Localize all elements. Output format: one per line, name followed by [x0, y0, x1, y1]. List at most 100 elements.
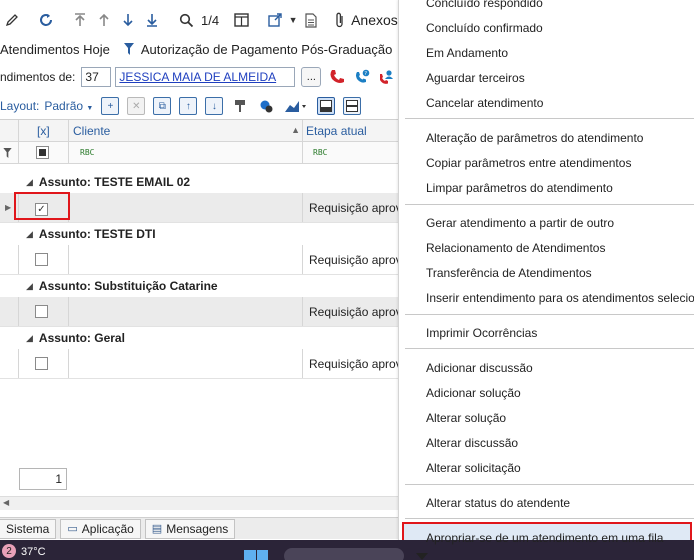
horizontal-scrollbar[interactable]: ◀ — [0, 496, 398, 510]
text-filter-icon[interactable]: RBC — [313, 142, 327, 163]
menu-item-em-andamento[interactable]: Em Andamento — [426, 43, 508, 63]
tab-atendimentos-hoje[interactable]: Atendimentos Hoje — [0, 42, 110, 57]
context-menu: Concluído respondido Concluído confirmad… — [398, 0, 694, 560]
move-down-icon[interactable]: ↓ — [205, 97, 224, 115]
select-all-checkbox[interactable] — [36, 142, 49, 163]
menu-item-apropriar-atendimento[interactable]: Apropriar-se de um atendimento em uma fi… — [426, 528, 663, 548]
menu-separator — [405, 314, 694, 315]
row-pointer-icon: ▶ — [5, 203, 12, 212]
group-header[interactable]: ◢ Assunto: TESTE DTI — [0, 223, 398, 245]
layout-select[interactable]: Padrão ▼ — [44, 99, 93, 113]
edit-icon[interactable] — [0, 8, 24, 32]
phone-icon[interactable] — [328, 68, 346, 86]
menu-item-copiar-parametros[interactable]: Copiar parâmetros entre atendimentos — [426, 153, 631, 173]
row-checkbox[interactable] — [35, 305, 48, 321]
etapa-column-header[interactable]: Etapa atual — [306, 120, 367, 141]
menu-item-inserir-entendimento[interactable]: Inserir entendimento para os atendimento… — [426, 288, 694, 308]
anexos-button[interactable]: Anexos — [351, 12, 398, 28]
grid-view-icon[interactable] — [317, 97, 336, 115]
page-number-box[interactable]: 1 — [19, 468, 67, 490]
selected-checkbox-highlight — [14, 192, 70, 220]
previous-record-icon[interactable] — [92, 8, 116, 32]
application-pane: 1/4 ▼ Anexos ▼ Atendimentos Hoje — [0, 0, 415, 560]
group-label: Assunto: TESTE DTI — [38, 227, 156, 241]
cliente-column-header[interactable]: Cliente — [73, 120, 110, 141]
paperclip-icon[interactable] — [333, 8, 347, 32]
menu-scroll-down-icon[interactable] — [416, 553, 428, 560]
menu-item-alterar-solucao[interactable]: Alterar solução — [426, 408, 506, 428]
atendente-name-link[interactable]: JESSICA MAIA DE ALMEIDA — [115, 67, 296, 87]
document-icon[interactable] — [299, 8, 323, 32]
menu-item-cancelar-atendimento[interactable]: Cancelar atendimento — [426, 93, 543, 113]
table-row[interactable]: Requisição aprova — [0, 297, 408, 327]
group-header[interactable]: ◢ Assunto: Substituição Catarine — [0, 275, 398, 297]
select-column-header[interactable]: [x] — [37, 120, 50, 141]
add-row-icon[interactable]: + — [101, 97, 120, 115]
windows-start-icon[interactable] — [244, 550, 268, 560]
collapse-triangle-icon: ◢ — [26, 176, 33, 187]
phone-user-icon[interactable] — [378, 68, 396, 86]
table-row[interactable]: Requisição aprova — [0, 245, 408, 275]
menu-item-adicionar-solucao[interactable]: Adicionar solução — [426, 383, 521, 403]
refresh-icon[interactable] — [34, 8, 58, 32]
group-header[interactable]: ◢ Assunto: Geral — [0, 327, 398, 349]
menu-item-alteracao-parametros[interactable]: Alteração de parâmetros do atendimento — [426, 128, 643, 148]
atendente-code-input[interactable]: 37 — [81, 67, 112, 87]
menu-item-alterar-discussao[interactable]: Alterar discussão — [426, 433, 518, 453]
first-record-icon[interactable] — [68, 8, 92, 32]
row-checkbox[interactable] — [35, 357, 48, 373]
menu-item-adicionar-discussao[interactable]: Adicionar discussão — [426, 358, 533, 378]
menu-item-alterar-status-atendente[interactable]: Alterar status do atendente — [426, 493, 570, 513]
scroll-left-icon[interactable]: ◀ — [3, 498, 9, 507]
tab-autorizacao-label: Autorização de Pagamento Pós-Graduação — [140, 41, 393, 57]
phone-question-icon[interactable]: ? — [353, 68, 371, 86]
form-view-icon[interactable] — [229, 8, 253, 32]
etapa-cell: Requisição aprova — [309, 201, 409, 215]
delete-row-icon[interactable]: ✕ — [127, 97, 146, 115]
screen: 1/4 ▼ Anexos ▼ Atendimentos Hoje — [0, 0, 694, 560]
chart-icon[interactable] — [283, 97, 309, 115]
export-icon[interactable] — [263, 8, 287, 32]
text-filter-icon[interactable]: RBC — [80, 142, 94, 163]
menu-item-gerar-atendimento[interactable]: Gerar atendimento a partir de outro — [426, 213, 614, 233]
color-icon[interactable] — [257, 97, 275, 115]
chevron-down-icon[interactable]: ▼ — [287, 8, 299, 32]
lookup-button[interactable]: ... — [301, 67, 322, 87]
last-record-icon[interactable] — [140, 8, 164, 32]
collapse-triangle-icon: ◢ — [26, 228, 33, 239]
chevron-down-icon: ▼ — [86, 105, 94, 112]
menu-item-alterar-solicitacao[interactable]: Alterar solicitação — [426, 458, 521, 478]
next-record-icon[interactable] — [116, 8, 140, 32]
view-tabs: Atendimentos Hoje Autorização de Pagamen… — [0, 38, 398, 60]
menu-item-transferencia[interactable]: Transferência de Atendimentos — [426, 263, 592, 283]
row-checkbox[interactable] — [35, 253, 48, 269]
menu-item-aguardar-terceiros[interactable]: Aguardar terceiros — [426, 68, 525, 88]
search-icon[interactable] — [174, 8, 198, 32]
menu-item-limpar-parametros[interactable]: Limpar parâmetros do atendimento — [426, 178, 613, 198]
taskbar-search[interactable] — [284, 548, 404, 560]
split-view-icon[interactable] — [343, 97, 362, 115]
tab-sistema[interactable]: Sistema — [0, 518, 57, 539]
atendimentos-grid: [x] Cliente ▲ Etapa atual RBC RBC ◢ Assu… — [0, 119, 408, 461]
menu-item-concluido-respondido[interactable]: Concluído respondido — [426, 0, 543, 13]
sort-asc-icon[interactable]: ▲ — [291, 125, 300, 135]
menu-item-imprimir-ocorrencias[interactable]: Imprimir Ocorrências — [426, 323, 537, 343]
table-row[interactable]: Requisição aprova — [0, 349, 408, 379]
message-icon: ▤ — [151, 523, 163, 535]
menu-item-concluido-confirmado[interactable]: Concluído confirmado — [426, 18, 543, 38]
tab-aplicacao[interactable]: ▭ Aplicação — [60, 518, 141, 539]
tab-autorizacao[interactable]: Autorização de Pagamento Pós-Graduação — [123, 41, 393, 57]
paint-icon[interactable] — [231, 97, 249, 115]
tab-mensagens[interactable]: ▤ Mensagens — [144, 518, 236, 539]
collapse-triangle-icon: ◢ — [26, 280, 33, 291]
etapa-cell: Requisição aprova — [309, 305, 409, 319]
filter-icon[interactable] — [3, 142, 12, 163]
notification-badge[interactable]: 2 — [2, 544, 16, 558]
menu-item-relacionamento[interactable]: Relacionamento de Atendimentos — [426, 238, 605, 258]
menu-separator — [405, 348, 694, 349]
weather-temperature[interactable]: 37°C — [21, 546, 46, 558]
duplicate-icon[interactable]: ⧉ — [153, 97, 172, 115]
grid-filter-row: RBC RBC — [0, 142, 398, 164]
move-up-icon[interactable]: ↑ — [179, 97, 198, 115]
group-header[interactable]: ◢ Assunto: TESTE EMAIL 02 — [0, 171, 398, 193]
